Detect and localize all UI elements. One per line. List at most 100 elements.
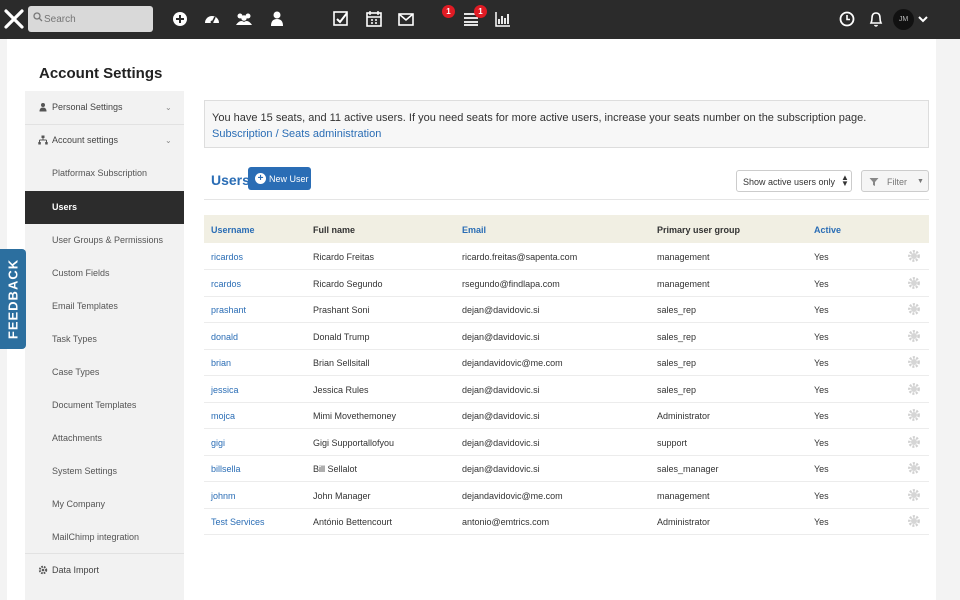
sidebar-item-case-types[interactable]: Case Types (25, 356, 184, 389)
gear-icon[interactable] (907, 276, 921, 290)
dashboard-icon[interactable] (202, 9, 222, 29)
table-row: brian Brian Sellsitall dejandavidovic@me… (204, 349, 929, 376)
mail-icon[interactable] (396, 9, 416, 29)
table-row: billsella Bill Sellalot dejan@davidovic.… (204, 455, 929, 482)
clock-icon[interactable] (837, 9, 857, 29)
app-logo-icon[interactable] (4, 9, 24, 29)
username-link[interactable]: rcardos (211, 279, 241, 289)
user-icon (39, 103, 47, 112)
active-cell: Yes (814, 385, 829, 395)
table-row: ricardos Ricardo Freitas ricardo.freitas… (204, 243, 929, 270)
email-cell: ricardo.freitas@sapenta.com (462, 252, 578, 262)
username-link[interactable]: donald (211, 332, 238, 342)
plus-icon: + (255, 173, 266, 184)
full-name-cell: John Manager (313, 491, 371, 501)
gear-icon[interactable] (907, 355, 921, 369)
search-input[interactable] (44, 11, 148, 27)
sidebar-item-label: Users (52, 202, 78, 212)
username-link[interactable]: prashant (211, 305, 246, 315)
column-header-username[interactable]: Username (211, 225, 255, 235)
sidebar-item-user-groups[interactable]: User Groups & Permissions (25, 224, 184, 257)
sidebar-item-attachments[interactable]: Attachments (25, 422, 184, 455)
sidebar-item-system-settings[interactable]: System Settings (25, 455, 184, 488)
gear-icon[interactable] (907, 514, 921, 528)
search-box[interactable] (28, 6, 153, 32)
active-users-select[interactable]: Show active users only ▲ ▼ (736, 170, 852, 192)
new-user-label: New User (269, 174, 309, 184)
subscription-seats-link[interactable]: Subscription / Seats administration (212, 128, 381, 140)
username-link[interactable]: jessica (211, 385, 239, 395)
sidebar-item-platformax-subscription[interactable]: Platformax Subscription (25, 157, 184, 190)
sidebar-item-label: My Company (52, 499, 106, 509)
table-row: johnm John Manager dejandavidovic@me.com… (204, 482, 929, 509)
email-cell: dejandavidovic@me.com (462, 491, 563, 501)
reports-chart-icon[interactable] (493, 9, 513, 29)
email-cell: dejan@davidovic.si (462, 438, 540, 448)
tasks-check-icon[interactable] (331, 9, 351, 29)
active-cell: Yes (814, 252, 829, 262)
chevron-down-icon: ⌄ (165, 103, 172, 112)
group-cell: management (657, 491, 710, 501)
username-link[interactable]: gigi (211, 438, 225, 448)
sidebar-item-document-templates[interactable]: Document Templates (25, 389, 184, 422)
column-header-active[interactable]: Active (814, 225, 841, 235)
sidebar-item-my-company[interactable]: My Company (25, 488, 184, 521)
settings-sidebar: Personal Settings ⌄ Account settings ⌄ P… (25, 91, 184, 600)
gear-icon[interactable] (907, 461, 921, 475)
chevron-down-icon: ⌄ (165, 136, 172, 145)
contacts-icon[interactable] (234, 9, 254, 29)
table-row: rcardos Ricardo Segundo rsegundo@findlap… (204, 270, 929, 297)
select-value: Show active users only (743, 177, 836, 187)
sidebar-item-custom-fields[interactable]: Custom Fields (25, 257, 184, 290)
active-cell: Yes (814, 411, 829, 421)
gear-icon[interactable] (907, 329, 921, 343)
funnel-icon (869, 178, 879, 186)
active-cell: Yes (814, 438, 829, 448)
full-name-cell: António Bettencourt (313, 517, 393, 527)
full-name-cell: Ricardo Segundo (313, 279, 383, 289)
active-cell: Yes (814, 464, 829, 474)
sidebar-item-task-types[interactable]: Task Types (25, 323, 184, 356)
top-navbar: 1 1 JM (0, 0, 960, 39)
column-header-full-name: Full name (313, 225, 356, 235)
gear-icon[interactable] (907, 382, 921, 396)
group-cell: sales_manager (657, 464, 719, 474)
notifications-bell-icon[interactable] (866, 9, 886, 29)
sidebar-item-personal-settings[interactable]: Personal Settings ⌄ (25, 91, 184, 124)
sidebar-item-email-templates[interactable]: Email Templates (25, 290, 184, 323)
gear-icon[interactable] (907, 302, 921, 316)
sidebar-item-data-import[interactable]: Data Import (25, 554, 184, 587)
group-cell: sales_rep (657, 385, 697, 395)
username-link[interactable]: ricardos (211, 252, 243, 262)
sidebar-item-label: Custom Fields (52, 268, 110, 278)
username-link[interactable]: johnm (211, 491, 236, 501)
chevron-down-icon[interactable] (916, 9, 936, 29)
avatar[interactable]: JM (893, 9, 914, 30)
sidebar-item-label: Task Types (52, 334, 97, 344)
username-link[interactable]: mojca (211, 411, 235, 421)
seats-info-box: You have 15 seats, and 11 active users. … (204, 100, 929, 148)
active-cell: Yes (814, 491, 829, 501)
username-link[interactable]: brian (211, 358, 231, 368)
gear-icon[interactable] (907, 249, 921, 263)
active-cell: Yes (814, 279, 829, 289)
email-cell: dejandavidovic@me.com (462, 358, 563, 368)
email-cell: antonio@emtrics.com (462, 517, 550, 527)
gear-icon[interactable] (907, 435, 921, 449)
column-header-email[interactable]: Email (462, 225, 486, 235)
new-user-button[interactable]: + New User (248, 167, 311, 190)
user-icon[interactable] (267, 9, 287, 29)
filter-button[interactable]: Filter ▼ (861, 170, 929, 192)
calendar-icon[interactable] (364, 9, 384, 29)
add-icon[interactable] (170, 9, 190, 29)
sidebar-item-users[interactable]: Users (25, 191, 184, 224)
gear-icon[interactable] (907, 488, 921, 502)
table-row: gigi Gigi Supportallofyou dejan@davidovi… (204, 429, 929, 456)
username-link[interactable]: Test Services (211, 517, 265, 527)
username-link[interactable]: billsella (211, 464, 241, 474)
sidebar-item-mailchimp-integration[interactable]: MailChimp integration (25, 521, 184, 554)
email-cell: dejan@davidovic.si (462, 411, 540, 421)
feedback-tab[interactable]: FEEDBACK (0, 249, 26, 349)
gear-icon[interactable] (907, 408, 921, 422)
sidebar-item-account-settings[interactable]: Account settings ⌄ (25, 124, 184, 157)
